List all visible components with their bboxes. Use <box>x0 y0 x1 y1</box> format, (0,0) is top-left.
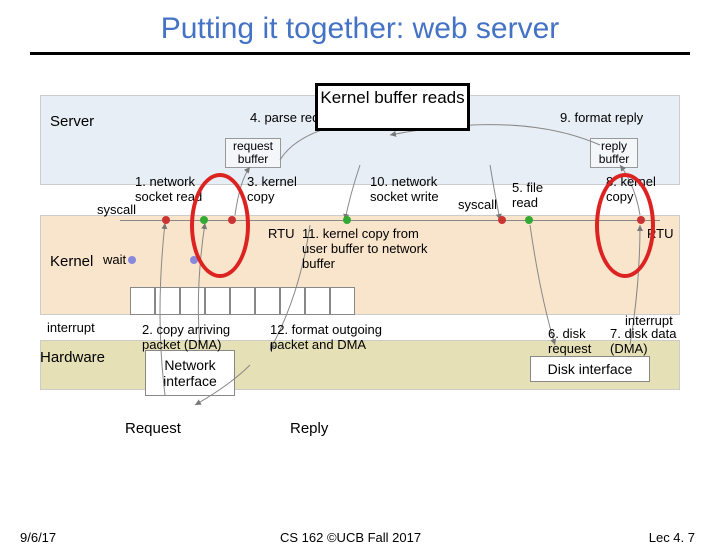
kernel-label: Kernel <box>50 253 93 270</box>
server-label: Server <box>50 113 94 130</box>
dot <box>162 216 170 224</box>
request-label: Request <box>125 420 181 437</box>
dot <box>498 216 506 224</box>
cell <box>330 287 355 315</box>
step-3: 3. kernel copy <box>247 175 302 205</box>
network-interface-box: Network interface <box>145 350 235 396</box>
highlight-ellipse-2 <box>595 173 655 278</box>
diagram-area: Server Kernel Hardware Kernel buffer rea… <box>0 65 720 465</box>
step-6: 6. disk request <box>548 327 604 357</box>
disk-interface-box: Disk interface <box>530 356 650 382</box>
cell <box>280 287 305 315</box>
footer-center: CS 162 ©UCB Fall 2017 <box>280 530 421 545</box>
cell <box>255 287 280 315</box>
request-buffer: request buffer <box>225 138 281 168</box>
kernel-buffer-callout: Kernel buffer reads <box>315 83 470 131</box>
interrupt-1: interrupt <box>47 321 95 336</box>
cell <box>155 287 180 315</box>
cell <box>205 287 230 315</box>
step-10: 10. network socket write <box>370 175 455 205</box>
cell <box>230 287 255 315</box>
step-2: 2. copy arriving packet (DMA) <box>142 323 262 353</box>
buffer-cells <box>130 287 355 315</box>
cell <box>305 287 330 315</box>
footer-date: 9/6/17 <box>20 530 56 545</box>
syscall-1: syscall <box>97 203 136 218</box>
rtu-1: RTU <box>268 227 294 242</box>
step-7: 7. disk data (DMA) <box>610 327 680 357</box>
cell <box>180 287 205 315</box>
wait-label: wait <box>103 253 126 268</box>
dot <box>343 216 351 224</box>
highlight-ellipse-1 <box>190 173 250 278</box>
step-5: 5. file read <box>512 181 562 211</box>
reply-buffer: reply buffer <box>590 138 638 168</box>
dot <box>525 216 533 224</box>
hardware-label: Hardware <box>40 349 105 366</box>
step-11: 11. kernel copy from user buffer to netw… <box>302 227 442 272</box>
reply-label: Reply <box>290 420 328 437</box>
dot <box>128 256 136 264</box>
cell <box>130 287 155 315</box>
step-12: 12. format outgoing packet and DMA <box>270 323 400 353</box>
footer-right: Lec 4. 7 <box>649 530 695 545</box>
slide-title: Putting it together: web server <box>0 0 720 52</box>
step-9: 9. format reply <box>560 111 643 126</box>
title-underline <box>30 52 690 55</box>
syscall-2: syscall <box>458 198 497 213</box>
